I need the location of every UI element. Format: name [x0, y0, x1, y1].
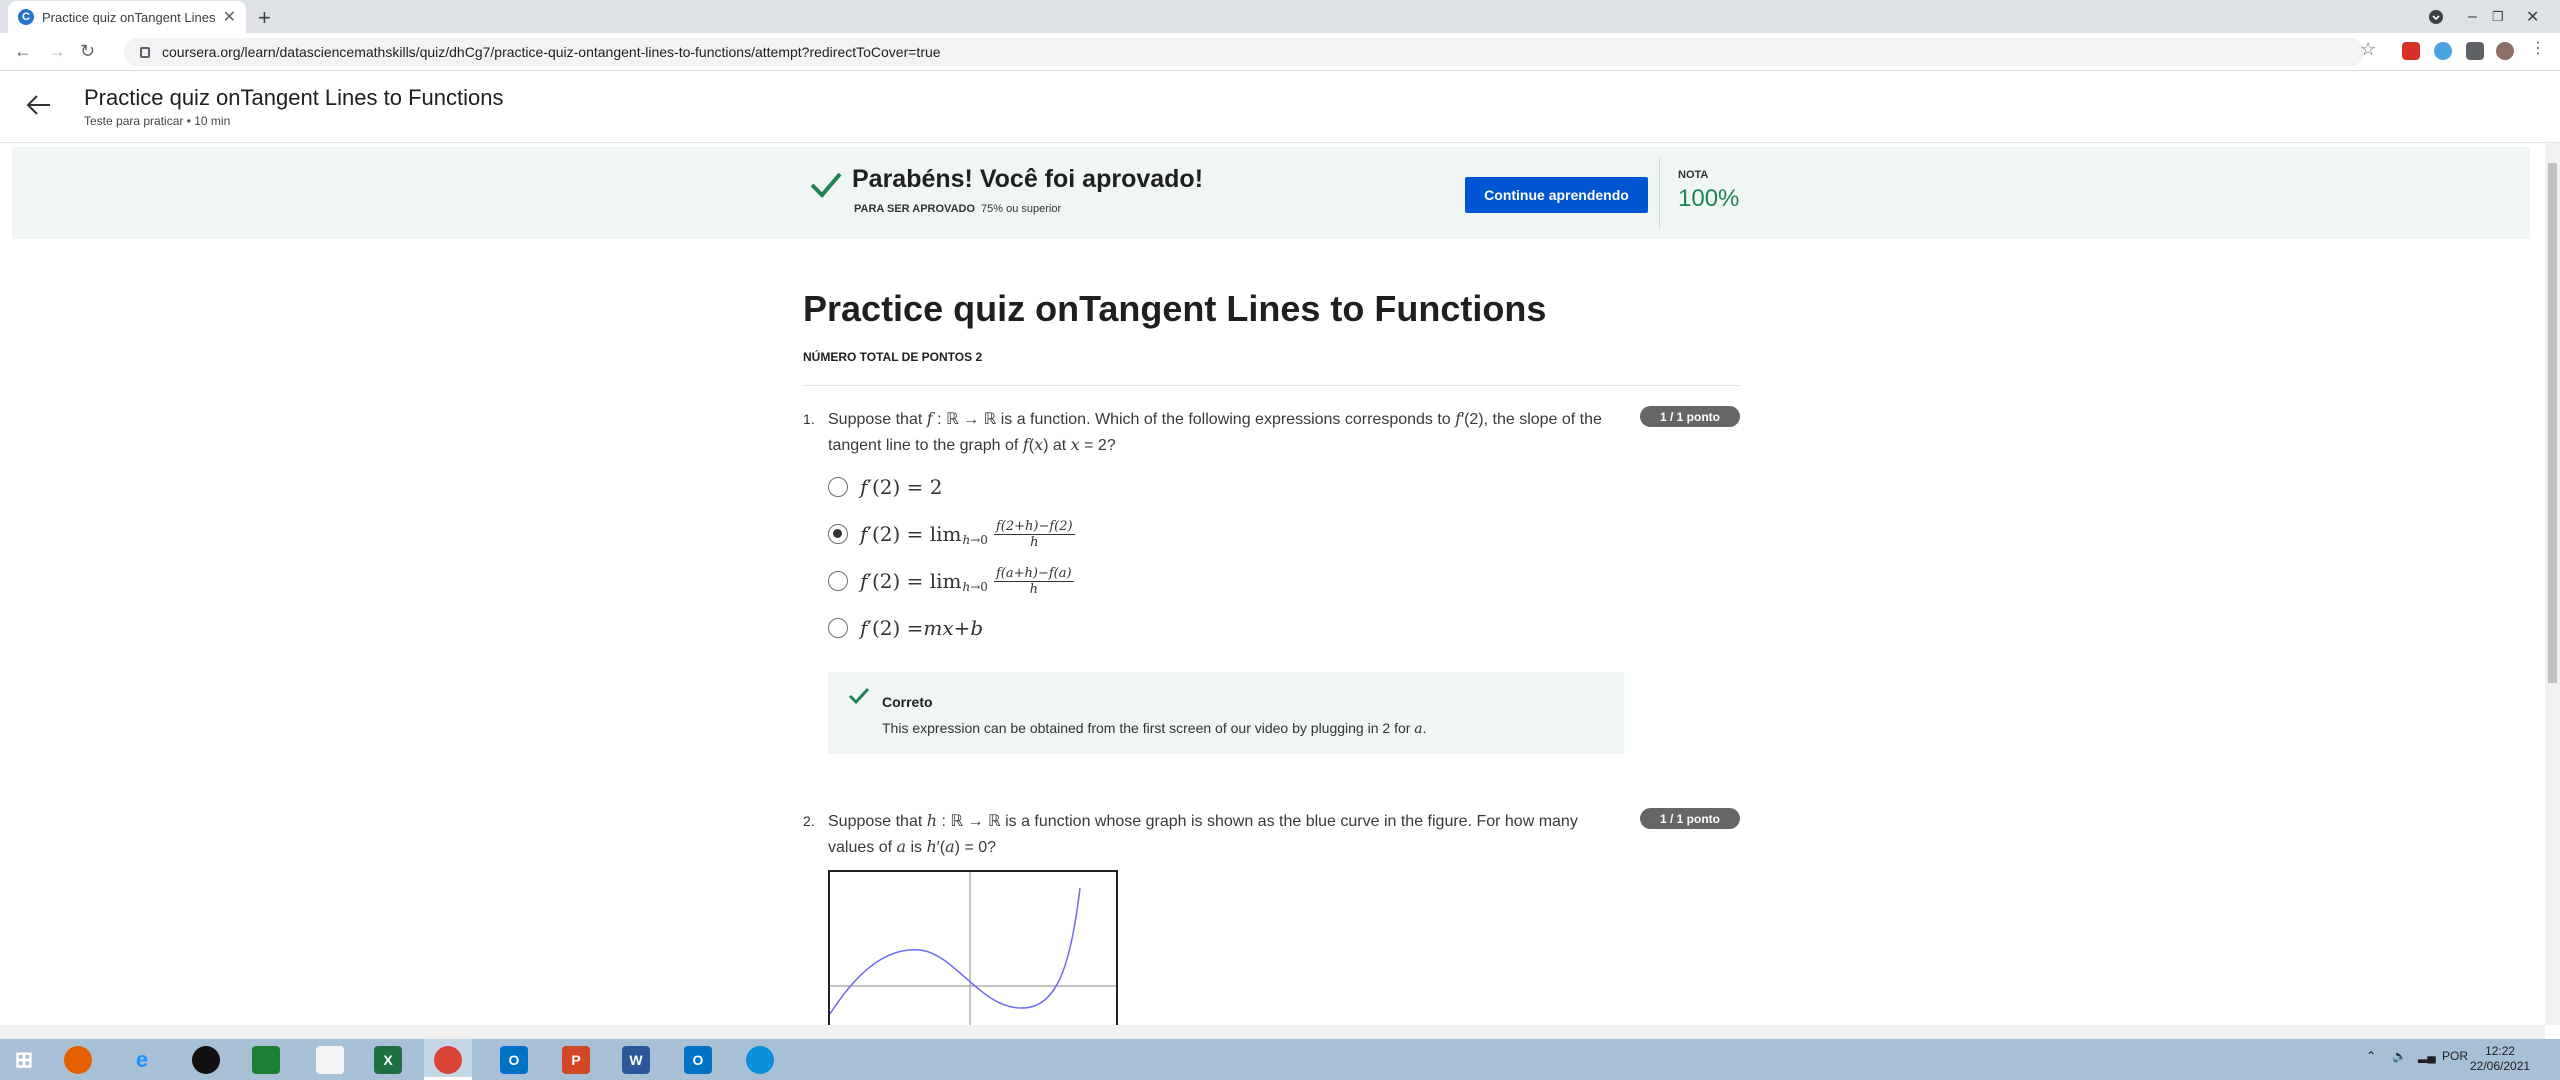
edge-icon[interactable]: [746, 1046, 774, 1074]
obs-icon[interactable]: [192, 1046, 220, 1074]
tab-title: Practice quiz onTangent Lines to: [42, 9, 217, 25]
browser-menu-icon[interactable]: ⋮: [2530, 38, 2548, 57]
continue-learning-button[interactable]: Continue aprendendo: [1465, 177, 1648, 213]
question-1-score-badge: 1 / 1 ponto: [1640, 406, 1740, 427]
powerpoint-icon[interactable]: P: [562, 1046, 590, 1074]
reload-icon[interactable]: ↻: [80, 41, 95, 62]
forward-icon[interactable]: →: [48, 41, 66, 62]
feedback-title: Correto: [882, 694, 933, 710]
internet-explorer-icon[interactable]: e: [128, 1046, 156, 1074]
question-number: 2.: [803, 813, 815, 829]
horizontal-scrollbar[interactable]: [0, 1025, 2545, 1039]
browser-tab[interactable]: C Practice quiz onTangent Lines to ✕: [8, 1, 246, 33]
extension-red-icon[interactable]: [2402, 42, 2420, 60]
sheets-icon[interactable]: [252, 1046, 280, 1074]
function-graph-plot: [830, 872, 1116, 1026]
outlook-icon[interactable]: O: [684, 1046, 712, 1074]
extensions-puzzle-icon[interactable]: [2466, 42, 2484, 60]
profile-avatar[interactable]: [2496, 42, 2514, 60]
radio-button[interactable]: [828, 618, 848, 638]
grade-value: 100%: [1678, 185, 1740, 212]
vertical-scrollbar[interactable]: [2545, 143, 2560, 1025]
passed-title: Parabéns! Você foi aprovado!: [852, 165, 1204, 193]
option-2-formula: f ′(2) = lim h→0 f(2+h)−f(2) h: [860, 518, 1075, 550]
coursera-favicon-icon: C: [18, 9, 34, 25]
address-bar-row: ← → ↻ coursera.org/learn/datasciencemath…: [0, 33, 2560, 71]
question-number: 1.: [803, 411, 815, 427]
feedback-box: Correto This expression can be obtained …: [828, 672, 1624, 754]
close-window-icon[interactable]: ✕: [2526, 0, 2539, 33]
quiz-title: Practice quiz onTangent Lines to Functio…: [803, 288, 1547, 329]
tab-search-icon[interactable]: [2428, 0, 2444, 33]
divider: [1659, 157, 1660, 229]
question-1-text: Suppose that f : ℝ → ℝ is a function. Wh…: [828, 409, 1602, 454]
option-3-formula: f ′(2) = lim h→0 f(a+h)−f(a) h: [860, 565, 1074, 597]
question-2-text: Suppose that h : ℝ → ℝ is a function who…: [828, 811, 1578, 856]
scrollbar-thumb[interactable]: [2548, 163, 2557, 683]
url-text: coursera.org/learn/datasciencemathskills…: [162, 44, 941, 60]
quiz-header: Practice quiz onTangent Lines to Functio…: [0, 71, 2560, 143]
header-title: Practice quiz onTangent Lines to Functio…: [84, 85, 504, 110]
question-1-option-1[interactable]: f ′(2) = 2: [828, 472, 942, 502]
clock-time: 12:22: [2485, 1044, 2516, 1058]
excel-icon[interactable]: X: [374, 1046, 402, 1074]
back-icon[interactable]: ←: [14, 41, 32, 62]
function-graph: [828, 870, 1118, 1026]
extension-cloud-icon[interactable]: [2434, 42, 2452, 60]
clock[interactable]: 12:22 22/06/2021: [2470, 1044, 2530, 1074]
header-subtitle: Teste para praticar • 10 min: [84, 114, 231, 128]
minimize-icon[interactable]: –: [2468, 0, 2477, 33]
file-icon[interactable]: [316, 1046, 344, 1074]
windows-taskbar: ⊞ e X O P W O: [0, 1039, 2560, 1080]
option-1-formula: f ′(2) = 2: [860, 475, 943, 499]
back-arrow-icon[interactable]: [24, 91, 52, 127]
pass-requirement: PARA SER APROVADO 75% ou superior: [854, 203, 1061, 215]
divider: [803, 385, 1740, 386]
clock-date: 22/06/2021: [2470, 1059, 2531, 1073]
lock-icon: [140, 46, 150, 58]
browser-tab-bar: C Practice quiz onTangent Lines to ✕ + –…: [0, 0, 2560, 33]
bookmark-star-icon[interactable]: ☆: [2360, 39, 2376, 60]
volume-icon[interactable]: 🔈: [2392, 1049, 2407, 1063]
option-4-formula: f ′(2) = mx + b: [860, 616, 984, 640]
blue-curve: [830, 887, 1081, 1015]
grade-label: NOTA: [1678, 169, 1709, 181]
check-icon: [848, 686, 870, 712]
question-2-score-badge: 1 / 1 ponto: [1640, 808, 1740, 829]
word-icon[interactable]: W: [622, 1046, 650, 1074]
tray-chevron-icon[interactable]: ⌃: [2366, 1049, 2376, 1063]
question-1-option-3[interactable]: f ′(2) = lim h→0 f(a+h)−f(a) h: [828, 565, 1074, 597]
radio-button[interactable]: [828, 477, 848, 497]
network-icon[interactable]: ▂▄: [2418, 1049, 2436, 1063]
passed-banner: Parabéns! Você foi aprovado! PARA SER AP…: [12, 147, 2530, 239]
tab-close-icon[interactable]: ✕: [223, 7, 236, 27]
windows-start-icon[interactable]: ⊞: [10, 1046, 38, 1074]
pass-requirement-value: 75% ou superior: [981, 203, 1062, 215]
restore-icon[interactable]: ❐: [2492, 0, 2504, 33]
feedback-text: This expression can be obtained from the…: [882, 720, 1427, 737]
outlook-icon[interactable]: O: [500, 1046, 528, 1074]
radio-button-selected[interactable]: [828, 524, 848, 544]
radio-button[interactable]: [828, 571, 848, 591]
chrome-icon[interactable]: [434, 1046, 462, 1074]
question-1-option-2[interactable]: f ′(2) = lim h→0 f(2+h)−f(2) h: [828, 518, 1075, 550]
total-points: NÚMERO TOTAL DE PONTOS 2: [803, 350, 983, 364]
input-language[interactable]: POR: [2442, 1049, 2468, 1063]
pass-requirement-label: PARA SER APROVADO: [854, 203, 976, 215]
url-field[interactable]: coursera.org/learn/datasciencemathskills…: [124, 38, 2364, 66]
new-tab-icon[interactable]: +: [258, 5, 271, 31]
question-1-option-4[interactable]: f ′(2) = mx + b: [828, 613, 983, 643]
check-icon: [809, 167, 843, 210]
firefox-icon[interactable]: [64, 1046, 92, 1074]
